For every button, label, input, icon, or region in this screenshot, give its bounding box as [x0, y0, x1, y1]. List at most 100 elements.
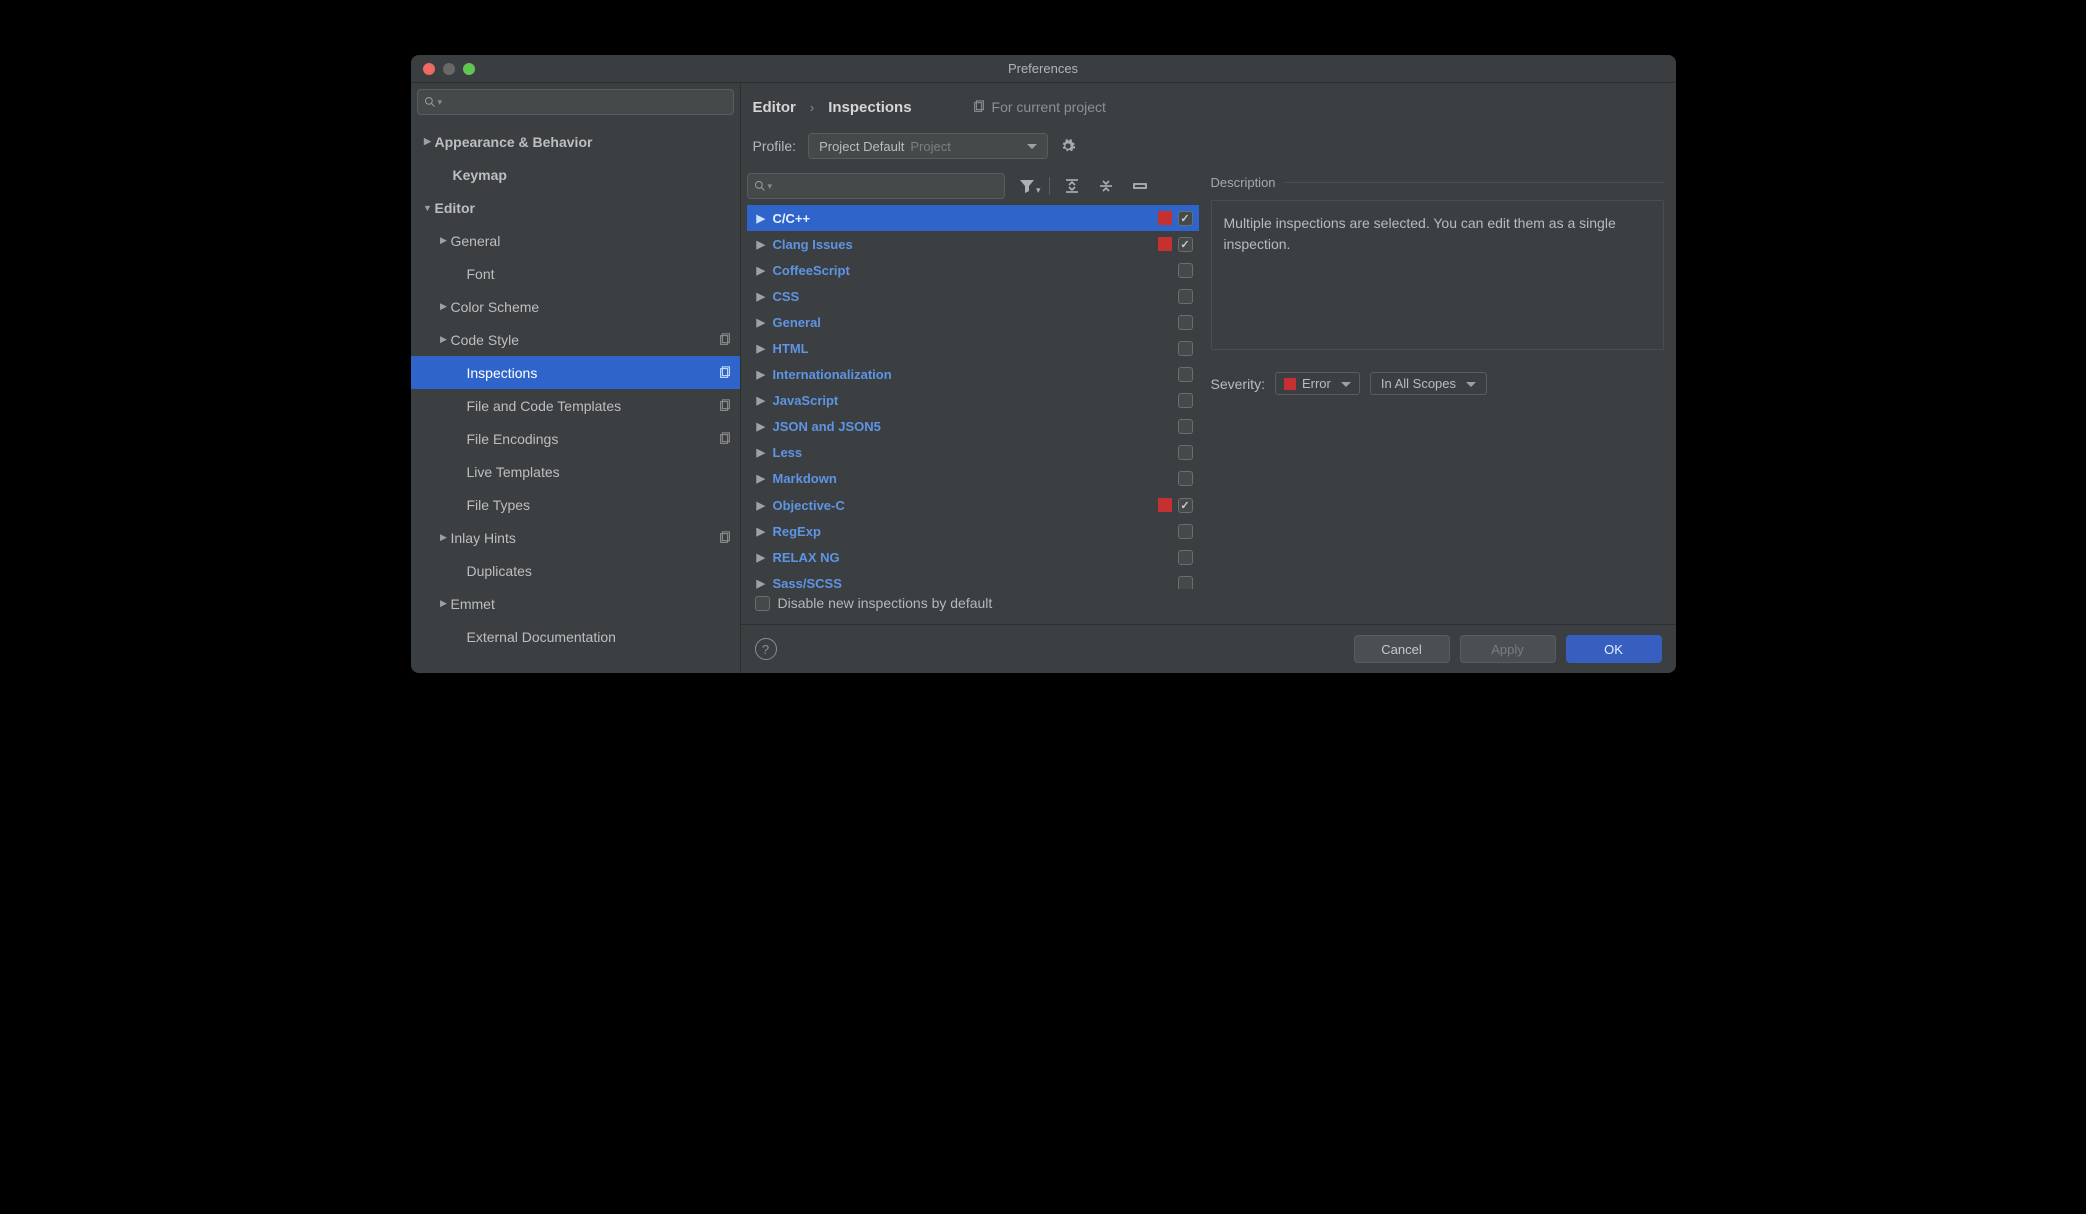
disable-new-checkbox[interactable] — [755, 596, 770, 611]
profile-label: Profile: — [753, 138, 797, 154]
sidebar-item-emmet[interactable]: ▶Emmet — [411, 587, 740, 620]
inspection-row-general[interactable]: ▶General — [747, 309, 1199, 335]
sidebar-item-label: Emmet — [451, 596, 732, 612]
inspection-checkbox[interactable] — [1178, 471, 1193, 486]
breadcrumb-current: Inspections — [828, 99, 911, 116]
sidebar-item-keymap[interactable]: Keymap — [411, 158, 740, 191]
chevron-right-icon: ▶ — [437, 532, 451, 543]
inspection-checkbox[interactable] — [1178, 315, 1193, 330]
copy-icon — [718, 399, 732, 413]
profile-select[interactable]: Project Default Project — [808, 133, 1048, 159]
gear-icon[interactable] — [1060, 138, 1076, 154]
inspection-row-c-c-[interactable]: ▶C/C++ — [747, 205, 1199, 231]
sidebar-item-label: File Types — [467, 497, 732, 513]
inspection-row-objective-c[interactable]: ▶Objective-C — [747, 492, 1199, 518]
sidebar-item-file-and-code-templates[interactable]: File and Code Templates — [411, 389, 740, 422]
cancel-button[interactable]: Cancel — [1354, 635, 1450, 663]
inspection-row-markdown[interactable]: ▶Markdown — [747, 466, 1199, 492]
inspection-row-regexp[interactable]: ▶RegExp — [747, 518, 1199, 544]
sidebar-item-appearance-behavior[interactable]: ▶Appearance & Behavior — [411, 125, 740, 158]
chevron-right-icon: ▶ — [757, 472, 773, 485]
inspection-row-internationalization[interactable]: ▶Internationalization — [747, 362, 1199, 388]
inspection-row-html[interactable]: ▶HTML — [747, 335, 1199, 361]
inspection-checkbox[interactable] — [1178, 419, 1193, 434]
sidebar: ▾ ▶Appearance & BehaviorKeymap▼Editor▶Ge… — [411, 83, 741, 673]
sidebar-item-general[interactable]: ▶General — [411, 224, 740, 257]
inspection-checkbox[interactable] — [1178, 341, 1193, 356]
sidebar-item-file-types[interactable]: File Types — [411, 488, 740, 521]
sidebar-item-inspections[interactable]: Inspections — [411, 356, 740, 389]
copy-icon — [718, 432, 732, 446]
sidebar-item-label: Code Style — [451, 332, 718, 348]
chevron-right-icon: ▶ — [757, 499, 773, 512]
description-title: Description — [1211, 175, 1664, 190]
chevron-right-icon: ▶ — [437, 598, 451, 609]
breadcrumb-root[interactable]: Editor — [753, 99, 796, 116]
inspection-row-css[interactable]: ▶CSS — [747, 283, 1199, 309]
sidebar-item-label: File and Code Templates — [467, 398, 718, 414]
help-button[interactable]: ? — [755, 638, 777, 660]
sidebar-tree: ▶Appearance & BehaviorKeymap▼Editor▶Gene… — [411, 123, 740, 653]
sidebar-item-code-style[interactable]: ▶Code Style — [411, 323, 740, 356]
chevron-right-icon: ▶ — [757, 525, 773, 538]
ok-button[interactable]: OK — [1566, 635, 1662, 663]
inspection-checkbox[interactable] — [1178, 445, 1193, 460]
inspection-checkbox[interactable] — [1178, 498, 1193, 513]
chevron-down-icon — [1466, 382, 1476, 392]
severity-select[interactable]: Error — [1275, 372, 1360, 395]
sidebar-item-label: Live Templates — [467, 464, 732, 480]
inspection-checkbox[interactable] — [1178, 576, 1193, 589]
inspection-checkbox[interactable] — [1178, 393, 1193, 408]
inspection-checkbox[interactable] — [1178, 289, 1193, 304]
inspection-toolbar: ▾ ▾ — [747, 173, 1199, 205]
expand-all-icon[interactable] — [1060, 178, 1084, 194]
inspection-checkbox[interactable] — [1178, 263, 1193, 278]
sidebar-item-label: File Encodings — [467, 431, 718, 447]
inspection-row-javascript[interactable]: ▶JavaScript — [747, 388, 1199, 414]
inspection-checkbox[interactable] — [1178, 367, 1193, 382]
inspection-list[interactable]: ▶C/C++▶Clang Issues▶CoffeeScript▶CSS▶Gen… — [747, 205, 1199, 589]
sidebar-item-external-documentation[interactable]: External Documentation — [411, 620, 740, 653]
sidebar-item-font[interactable]: Font — [411, 257, 740, 290]
inspection-search-input[interactable]: ▾ — [747, 173, 1005, 199]
inspection-checkbox[interactable] — [1178, 211, 1193, 226]
chevron-down-icon — [1027, 144, 1037, 154]
chevron-right-icon: ▶ — [757, 238, 773, 251]
sidebar-item-file-encodings[interactable]: File Encodings — [411, 422, 740, 455]
chevron-right-icon: ▶ — [757, 420, 773, 433]
sidebar-item-inlay-hints[interactable]: ▶Inlay Hints — [411, 521, 740, 554]
sidebar-search-input[interactable]: ▾ — [417, 89, 734, 115]
inspection-checkbox[interactable] — [1178, 550, 1193, 565]
inspection-row-sass-scss[interactable]: ▶Sass/SCSS — [747, 570, 1199, 589]
inspection-row-clang-issues[interactable]: ▶Clang Issues — [747, 231, 1199, 257]
sidebar-item-label: Color Scheme — [451, 299, 732, 315]
inspection-name: JavaScript — [773, 393, 1178, 408]
inspection-row-less[interactable]: ▶Less — [747, 440, 1199, 466]
sidebar-item-label: Appearance & Behavior — [435, 134, 732, 150]
sidebar-item-editor[interactable]: ▼Editor — [411, 191, 740, 224]
inspection-name: Objective-C — [773, 498, 1158, 513]
collapse-all-icon[interactable] — [1094, 178, 1118, 194]
chevron-right-icon: ▶ — [757, 577, 773, 589]
dialog-footer: ? Cancel Apply OK — [741, 624, 1676, 673]
breadcrumb: Editor › Inspections For current project — [741, 83, 1676, 125]
copy-icon — [718, 333, 732, 347]
inspection-name: Sass/SCSS — [773, 576, 1178, 589]
sidebar-item-duplicates[interactable]: Duplicates — [411, 554, 740, 587]
inspection-name: RegExp — [773, 524, 1178, 539]
sidebar-item-label: Keymap — [453, 167, 732, 183]
sidebar-item-color-scheme[interactable]: ▶Color Scheme — [411, 290, 740, 323]
inspection-row-relax-ng[interactable]: ▶RELAX NG — [747, 544, 1199, 570]
chevron-right-icon: › — [810, 100, 814, 115]
filter-icon[interactable]: ▾ — [1015, 178, 1039, 194]
reset-icon[interactable] — [1128, 178, 1152, 194]
apply-button[interactable]: Apply — [1460, 635, 1556, 663]
scope-select[interactable]: In All Scopes — [1370, 372, 1487, 395]
inspection-checkbox[interactable] — [1178, 524, 1193, 539]
sidebar-item-live-templates[interactable]: Live Templates — [411, 455, 740, 488]
chevron-right-icon: ▶ — [757, 394, 773, 407]
inspection-checkbox[interactable] — [1178, 237, 1193, 252]
inspection-row-coffeescript[interactable]: ▶CoffeeScript — [747, 257, 1199, 283]
chevron-right-icon: ▶ — [757, 446, 773, 459]
inspection-row-json-and-json5[interactable]: ▶JSON and JSON5 — [747, 414, 1199, 440]
